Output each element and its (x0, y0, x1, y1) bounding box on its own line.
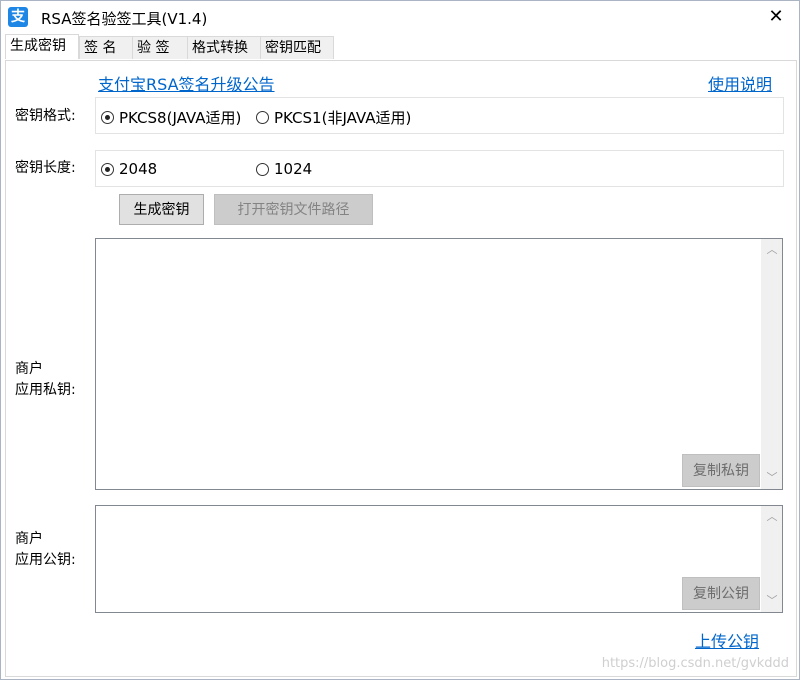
radio-1024-label: 1024 (274, 160, 313, 178)
key-format-group: PKCS8(JAVA适用) PKCS1(非JAVA适用) (95, 97, 784, 134)
generate-key-button[interactable]: 生成密钥 (119, 194, 204, 225)
help-link[interactable]: 使用说明 (708, 71, 772, 95)
radio-pkcs1[interactable]: PKCS1(非JAVA适用) (256, 107, 411, 128)
title-bar: 支 RSA签名验签工具(V1.4) ✕ (1, 1, 799, 33)
tab-key-match[interactable]: 密钥匹配 (260, 36, 334, 59)
key-length-group: 2048 1024 (95, 150, 784, 187)
radio-pkcs8-label: PKCS8(JAVA适用) (119, 109, 242, 127)
radio-pkcs8[interactable]: PKCS8(JAVA适用) (101, 107, 241, 128)
private-key-scrollbar[interactable]: ︿ ﹀ (761, 239, 782, 489)
radio-pkcs1-label: PKCS1(非JAVA适用) (274, 109, 412, 127)
radio-selected-icon (101, 111, 114, 124)
tab-generate-key[interactable]: 生成密钥 (5, 34, 79, 59)
radio-1024[interactable]: 1024 (256, 160, 312, 178)
private-key-label-line1: 商户 (15, 361, 43, 377)
copy-private-key-button[interactable]: 复制私钥 (682, 454, 760, 487)
scroll-down-icon[interactable]: ﹀ (762, 469, 782, 487)
copy-public-key-button[interactable]: 复制公钥 (682, 577, 760, 610)
radio-2048-label: 2048 (119, 160, 158, 178)
scroll-up-icon[interactable]: ︿ (762, 508, 782, 526)
tab-verify[interactable]: 验 签 (132, 36, 188, 59)
scroll-up-icon[interactable]: ︿ (762, 241, 782, 259)
private-key-textarea[interactable]: ︿ ﹀ 复制私钥 (95, 238, 783, 490)
close-button[interactable]: ✕ (753, 1, 799, 33)
radio-unselected-icon (256, 111, 269, 124)
open-key-path-button[interactable]: 打开密钥文件路径 (214, 194, 373, 225)
watermark: https://blog.csdn.net/gvkddd (601, 656, 789, 671)
key-format-label: 密钥格式: (15, 108, 76, 124)
radio-unselected-icon (256, 162, 269, 176)
public-key-textarea[interactable]: ︿ ﹀ 复制公钥 (95, 505, 783, 613)
window-title: RSA签名验签工具(V1.4) (41, 10, 208, 28)
public-key-label-line1: 商户 (15, 531, 43, 547)
scroll-down-icon[interactable]: ﹀ (762, 592, 782, 610)
tab-format-convert[interactable]: 格式转换 (187, 36, 261, 59)
announcement-link[interactable]: 支付宝RSA签名升级公告 (98, 71, 275, 95)
app-window: 支 RSA签名验签工具(V1.4) ✕ 生成密钥 签 名 验 签 格式转换 密钥… (0, 0, 800, 680)
radio-2048[interactable]: 2048 (101, 160, 157, 178)
tab-sign[interactable]: 签 名 (79, 36, 133, 59)
upload-public-key-link[interactable]: 上传公钥 (695, 628, 759, 652)
public-key-label-line2: 应用公钥: (15, 552, 76, 568)
app-logo-icon: 支 (8, 7, 28, 27)
public-key-scrollbar[interactable]: ︿ ﹀ (761, 506, 782, 612)
private-key-label-line2: 应用私钥: (15, 382, 76, 398)
radio-selected-icon (101, 162, 114, 176)
key-length-label: 密钥长度: (15, 160, 76, 176)
